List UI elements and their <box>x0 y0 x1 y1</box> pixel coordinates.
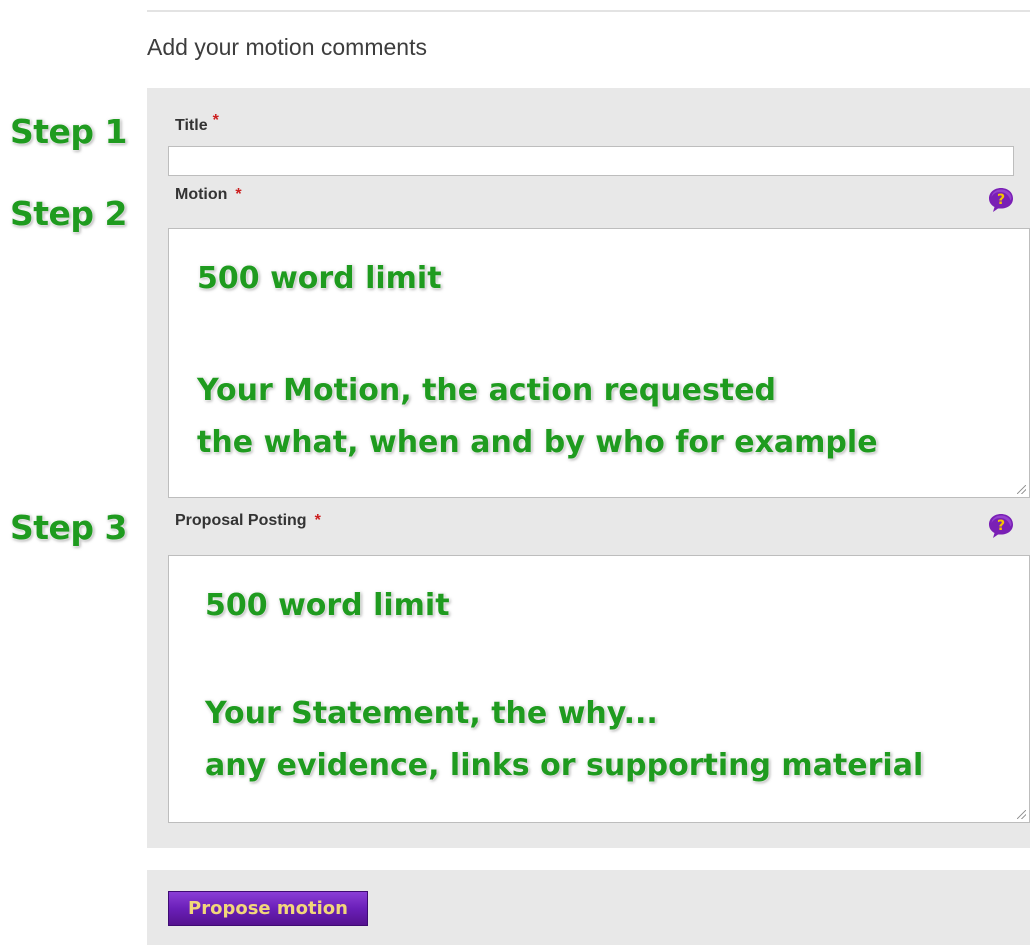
motion-label-text: Motion <box>175 186 228 203</box>
question-bubble-icon[interactable]: ? <box>988 513 1014 539</box>
title-label: Title * <box>175 112 219 135</box>
question-bubble-icon[interactable]: ? <box>988 187 1014 213</box>
top-divider <box>147 10 1030 12</box>
required-marker: * <box>235 186 242 203</box>
motion-hint-line-1: Your Motion, the action requested <box>197 373 776 408</box>
resize-handle[interactable] <box>1017 810 1026 819</box>
step-2-label: Step 2 <box>10 194 128 233</box>
title-label-text: Title <box>175 117 208 134</box>
motion-textarea[interactable]: 500 word limit Your Motion, the action r… <box>168 228 1030 498</box>
required-marker: * <box>212 112 219 129</box>
motion-hint-line-2: the what, when and by who for example <box>197 425 878 460</box>
svg-text:?: ? <box>997 192 1005 208</box>
propose-motion-button[interactable]: Propose motion <box>168 891 368 926</box>
motion-word-limit: 500 word limit <box>197 261 442 296</box>
svg-text:?: ? <box>997 518 1005 534</box>
resize-handle[interactable] <box>1017 485 1026 494</box>
proposal-posting-label-text: Proposal Posting <box>175 512 307 529</box>
step-1-label: Step 1 <box>10 112 128 151</box>
proposal-posting-label: Proposal Posting * <box>175 512 321 530</box>
proposal-hint-line-2: any evidence, links or supporting materi… <box>205 748 924 783</box>
required-marker: * <box>314 512 321 529</box>
proposal-word-limit: 500 word limit <box>205 588 450 623</box>
proposal-hint-line-1: Your Statement, the why... <box>205 696 658 731</box>
motion-label: Motion * <box>175 186 242 204</box>
page-title: Add your motion comments <box>147 34 427 60</box>
proposal-posting-textarea[interactable]: 500 word limit Your Statement, the why..… <box>168 555 1030 823</box>
title-input[interactable] <box>168 146 1014 176</box>
step-3-label: Step 3 <box>10 508 128 547</box>
